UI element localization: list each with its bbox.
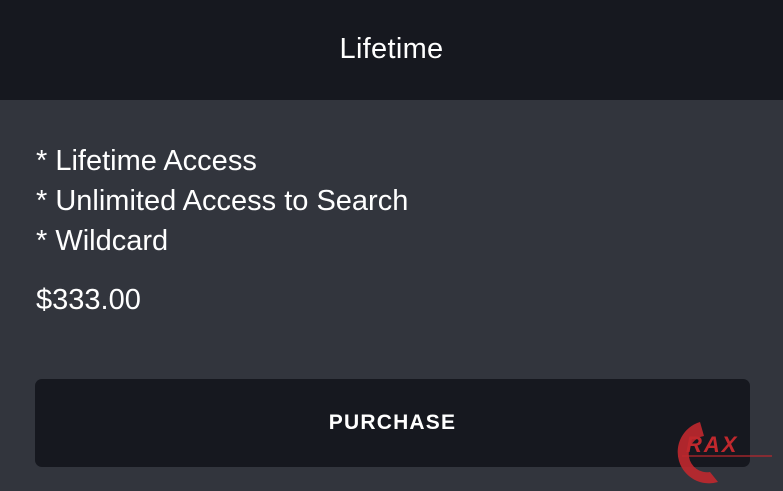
feature-item: * Wildcard (36, 225, 169, 257)
plan-title: Lifetime (339, 32, 444, 65)
crax-watermark-logo: RAX (677, 422, 772, 484)
feature-item: * Unlimited Access to Search (36, 185, 409, 217)
purchase-button[interactable]: PURCHASE (35, 379, 750, 467)
feature-item: * Lifetime Access (36, 145, 257, 177)
plan-price: $333.00 (36, 284, 141, 316)
plan-header: Lifetime (0, 0, 783, 100)
pricing-card: Lifetime * Lifetime Access * Unlimited A… (0, 0, 783, 491)
feature-list: * Lifetime Access * Unlimited Access to … (36, 141, 408, 261)
svg-text:RAX: RAX (686, 432, 738, 457)
